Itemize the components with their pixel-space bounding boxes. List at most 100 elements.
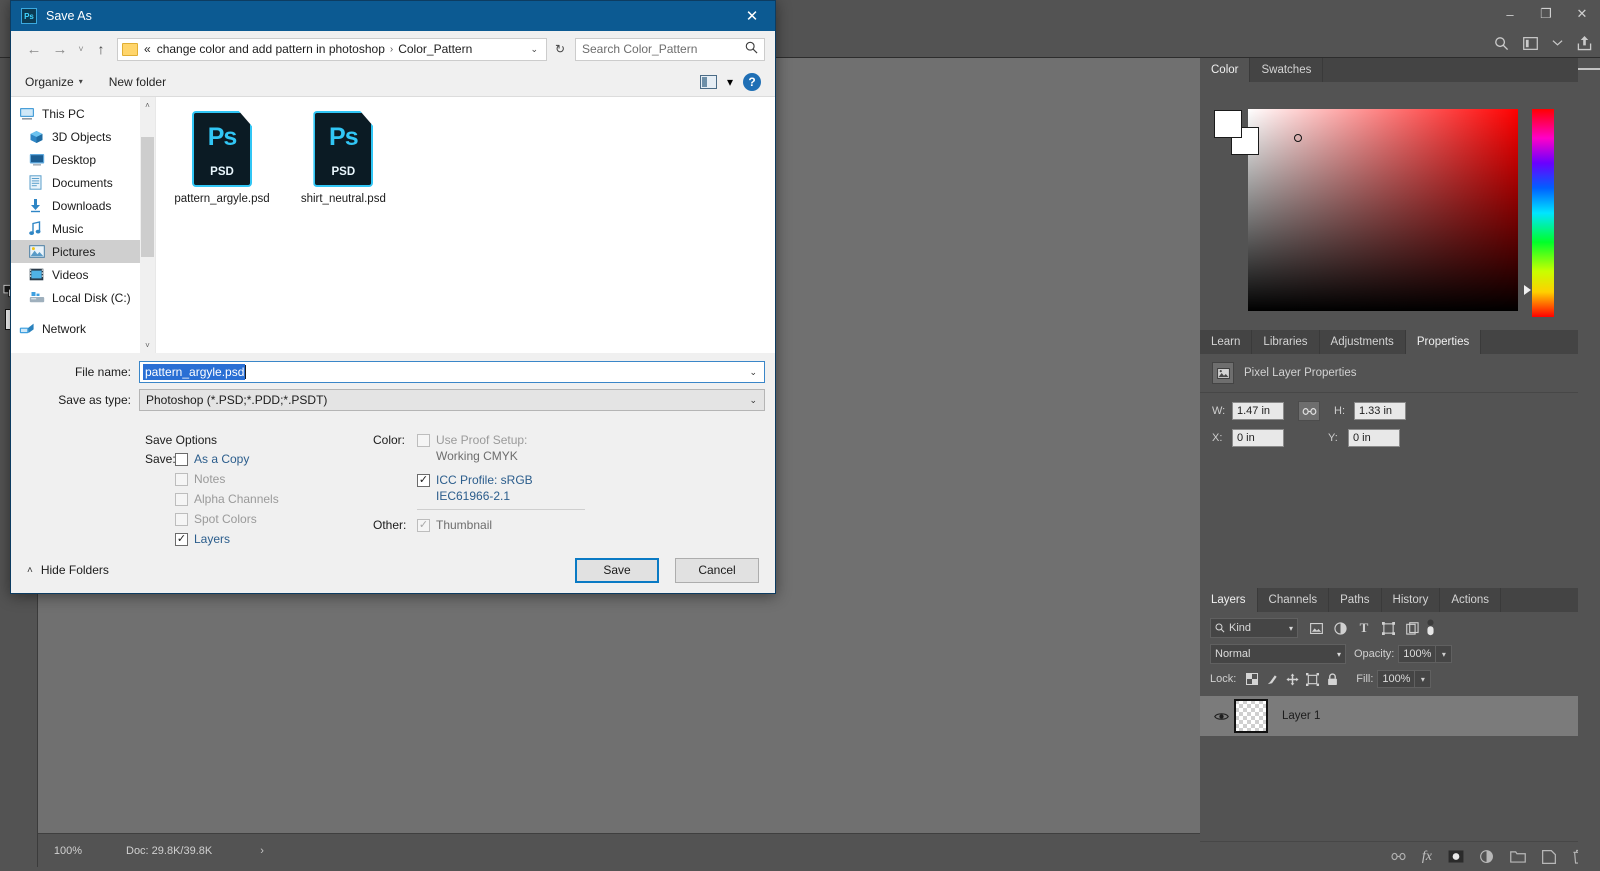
y-input[interactable]: 0 in [1348,429,1400,447]
hue-slider-thumb[interactable] [1524,285,1531,295]
tab-properties[interactable]: Properties [1406,330,1481,354]
link-layers-icon[interactable] [1391,852,1406,861]
refresh-icon[interactable]: ↻ [549,38,571,61]
opacity-value[interactable]: 100% [1398,645,1436,663]
file-name-input[interactable]: pattern_argyle.psd ⌄ [139,361,765,383]
pixel-layer-filter-icon[interactable] [1304,618,1328,638]
width-input[interactable]: 1.47 in [1232,402,1284,420]
new-group-icon[interactable] [1510,850,1526,863]
link-icon[interactable] [1298,401,1320,421]
layer-name[interactable]: Layer 1 [1282,710,1320,722]
file-item[interactable]: Ps PSD shirt_neutral.psd [293,111,393,206]
back-button[interactable]: ← [21,37,47,61]
tree-item-documents[interactable]: Documents [11,171,155,194]
filter-toggle-switch[interactable] [1424,618,1436,638]
tab-learn[interactable]: Learn [1200,330,1252,354]
adjustment-layer-filter-icon[interactable] [1328,618,1352,638]
tree-scroll-up-button[interactable]: ˄ [140,97,155,113]
color-panel-foreground-swatch[interactable] [1214,110,1242,138]
forward-button[interactable]: → [47,37,73,61]
up-one-level-button[interactable]: ↑ [89,37,113,61]
breadcrumb-chevron-down-icon[interactable]: ⌄ [522,44,546,55]
layer-list-item[interactable]: Layer 1 [1200,696,1600,736]
search-input[interactable]: Search Color_Pattern [575,38,765,61]
tree-item-videos[interactable]: Videos [11,263,155,286]
help-icon[interactable]: ? [743,73,761,91]
tab-history[interactable]: History [1382,588,1441,612]
opacity-chevron-down-icon[interactable]: ▾ [1436,645,1452,663]
tree-item-downloads[interactable]: Downloads [11,194,155,217]
dock-panel-menu-icon[interactable] [1578,58,1600,82]
layer-mask-icon[interactable] [1448,850,1464,863]
file-list[interactable]: Ps PSD pattern_argyle.psd Ps PSD shirt_n… [156,97,775,353]
tab-swatches[interactable]: Swatches [1250,58,1323,82]
icc-profile-checkbox[interactable]: ✓ [417,474,430,487]
hue-slider[interactable] [1532,109,1554,317]
icc-profile-label[interactable]: ICC Profile: sRGB [436,473,533,487]
new-layer-icon[interactable] [1542,850,1556,864]
new-folder-button[interactable]: New folder [109,75,166,89]
save-as-type-chevron-down-icon[interactable]: ⌄ [749,395,764,406]
hide-folders-button[interactable]: ˄ Hide Folders [27,563,109,577]
lock-transparent-pixels-icon[interactable] [1242,670,1262,688]
tree-scroll-down-button[interactable]: ˅ [140,337,155,353]
shape-layer-filter-icon[interactable] [1376,618,1400,638]
breadcrumb-overflow[interactable]: « [144,42,151,56]
share-icon[interactable] [1577,35,1592,51]
layer-visibility-eye-icon[interactable] [1208,711,1234,722]
height-input[interactable]: 1.33 in [1354,402,1406,420]
blend-mode-select[interactable]: Normal ▾ [1210,644,1346,664]
tree-item-local-disk[interactable]: Local Disk (C:) [11,286,155,309]
chevron-down-icon[interactable] [1552,39,1563,47]
tab-libraries[interactable]: Libraries [1252,330,1319,354]
search-icon[interactable] [1494,36,1509,51]
organize-button[interactable]: Organize ▾ [25,75,83,89]
smart-object-filter-icon[interactable] [1400,618,1424,638]
search-icon[interactable] [745,41,758,57]
dialog-close-button[interactable]: ✕ [729,1,775,31]
layers-label[interactable]: Layers [194,532,230,546]
fill-value[interactable]: 100% [1377,670,1415,688]
minimize-button[interactable]: – [1492,0,1528,28]
fill-chevron-down-icon[interactable]: ▾ [1415,670,1431,688]
lock-position-icon[interactable] [1282,670,1302,688]
tab-layers[interactable]: Layers [1200,588,1258,612]
lock-artboard-nesting-icon[interactable] [1302,670,1322,688]
workspace-icon[interactable] [1523,37,1538,50]
tab-adjustments[interactable]: Adjustments [1320,330,1406,354]
close-button[interactable]: ✕ [1564,0,1600,28]
view-chevron-down-icon[interactable]: ▾ [727,75,733,89]
restore-button[interactable]: ❐ [1528,0,1564,28]
view-layout-icon[interactable] [700,75,717,89]
recent-locations-button[interactable]: ˅ [73,37,89,61]
color-picker-field[interactable] [1248,109,1518,311]
save-as-type-select[interactable]: Photoshop (*.PSD;*.PDD;*.PSDT) ⌄ [139,389,765,411]
tree-item-network[interactable]: Network [11,317,155,340]
tab-color[interactable]: Color [1200,58,1250,82]
chevron-down-icon[interactable]: ▾ [1337,650,1341,659]
breadcrumb-part-1[interactable]: Color_Pattern [398,42,472,56]
type-layer-filter-icon[interactable]: T [1352,618,1376,638]
file-item[interactable]: Ps PSD pattern_argyle.psd [172,111,272,206]
layer-filter-kind-select[interactable]: Kind ▾ [1210,618,1298,638]
chevron-down-icon[interactable]: ▾ [1289,624,1293,633]
layer-thumbnail[interactable] [1234,699,1268,733]
tree-scrollbar[interactable]: ˄ ˅ [140,97,155,353]
lock-image-pixels-icon[interactable] [1262,670,1282,688]
tree-item-music[interactable]: Music [11,217,155,240]
lock-all-icon[interactable] [1322,670,1342,688]
tree-item-3d-objects[interactable]: 3D Objects [11,125,155,148]
zoom-level[interactable]: 100% [38,845,98,857]
file-name-chevron-down-icon[interactable]: ⌄ [749,367,764,378]
layer-style-fx-icon[interactable]: fx [1422,849,1432,865]
status-expand-arrow[interactable]: › [260,845,264,857]
tree-item-this-pc[interactable]: This PC [11,102,155,125]
layers-checkbox[interactable]: ✓ [175,533,188,546]
breadcrumb-part-0[interactable]: change color and add pattern in photosho… [157,42,385,56]
save-button[interactable]: Save [575,558,659,583]
tab-actions[interactable]: Actions [1440,588,1501,612]
tree-item-pictures[interactable]: Pictures [11,240,155,263]
breadcrumb[interactable]: « change color and add pattern in photos… [117,38,547,61]
tab-channels[interactable]: Channels [1258,588,1330,612]
tree-scroll-thumb[interactable] [141,137,154,257]
